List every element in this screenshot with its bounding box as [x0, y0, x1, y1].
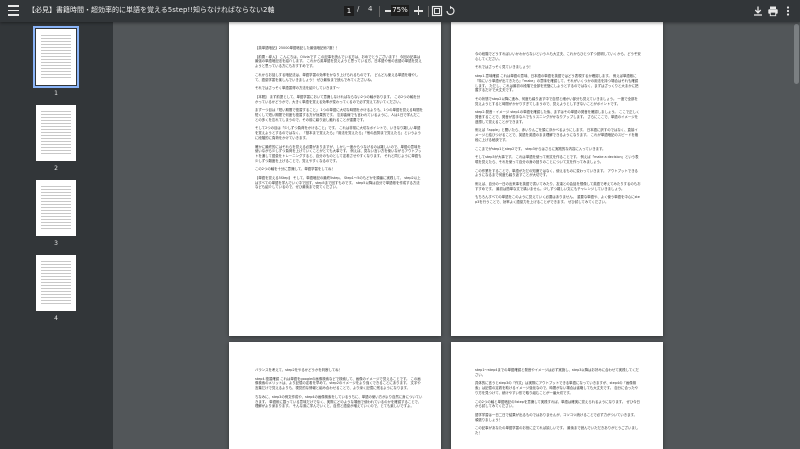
paragraph: 例えば「apple」と聞いたら、赤いりんごを頭に浮かべるようにします。 日本語に… [475, 128, 639, 142]
paragraph: 今の段階でどうすればいいかわからないという人も大丈夫、これからひとつずつ説明して… [475, 52, 641, 61]
paragraph: 【単語を覚える5Step】 そして、単語暗記の最終5step。 Step1〜5の… [255, 176, 421, 190]
paragraph: この2つの軸と単語暗記の5stepを意識して実践すれば、単語は確実に覚えられるよ… [475, 399, 640, 409]
viewer-scrollbar[interactable] [794, 24, 799, 84]
thumbnail-label: 2 [54, 165, 58, 172]
paragraph: その状態でstep2以降に進み、何度も繰り返す中で自然と細かい部分も覚えていきま… [475, 96, 638, 106]
paragraph: step1.意味確認 これは単語の意味、日本語の単語を英語ではどう表現するか確認… [475, 74, 639, 93]
paragraph: 確かに最終的にはそれらを覚える必要がありますが、しかし一度からつなげるのは難しい… [255, 144, 422, 163]
thumbnail-page-2[interactable] [36, 105, 76, 161]
page-text: 今の段階でどうすればいいかわからないという人も大丈夫、これからひとつずつ説明して… [475, 52, 641, 209]
pdf-page-1-left: 【英単語暗記】25000単語暗記した最強暗記術7選！！ 【前置・導入】 こんにちは… [229, 22, 441, 336]
print-icon[interactable] [767, 5, 779, 17]
paragraph: step2.発音・イメージ step1の単語を確認した後、まずはその単語の発音を… [475, 110, 640, 124]
paragraph: まず一つ目は「短い期間で復習すること」 1つの単語に大切な時間をかけるよりも、1… [255, 108, 423, 122]
paragraph: ちなみに、step3の例文作成や、step4の画像検索をしているうちに、単語の使… [255, 394, 423, 409]
menu-icon[interactable] [8, 5, 19, 17]
zoom-level-input[interactable]: 75% [391, 5, 409, 16]
fit-page-icon[interactable] [431, 5, 443, 17]
pdf-toolbar: 【必見】書籍時間・超効率的に単語を覚える5step!!知らなければならない2軸 … [0, 0, 800, 22]
thumbnail-label: 4 [54, 315, 58, 322]
paragraph: そして2つの目は「少しずつ負荷をかけること」です。 これは非常に大切なポイントで… [255, 126, 422, 140]
download-icon[interactable] [752, 5, 764, 17]
paragraph: そしてstep3が大事です。 これは単語を使って例文を作ることです。 例えば「m… [475, 155, 639, 164]
page-separator: / [357, 5, 360, 13]
page-text: バランスを考えて、step2をやるかどうかを判断してね！ step4.復習確認 こ… [255, 368, 423, 413]
paragraph: バランスを考えて、step2をやるかどうかを判断してね！ [255, 368, 342, 372]
pdf-page-1-right: 今の段階でどうすればいいかわからないという人も大丈夫、これからひとつずつ説明して… [451, 22, 663, 336]
toolbar-divider [428, 6, 429, 17]
paragraph: これからお話しする暗記法は、単語学習の効率をかなり上げられるものです。 どんどん… [255, 72, 419, 82]
page-text: step1〜step4までの単語確認と発音やイメージは必ず実施し、step3以降… [475, 368, 641, 440]
toolbar-divider [379, 6, 380, 17]
paragraph: step1〜step4までの単語確認と発音やイメージは必ず実施し、step3以降… [475, 368, 639, 377]
paragraph: 語学学習は一日二日で結果が出るものではありませんが、コツコツ続けることで必ず力が… [475, 412, 638, 422]
more-vert-icon[interactable] [782, 5, 794, 17]
thumbnail-page-1[interactable] [33, 26, 79, 88]
thumbnail-label: 1 [54, 90, 58, 97]
paragraph: この2つの軸を十分に意識して、単語学習をしてね！ [255, 167, 335, 172]
paragraph: この記事があなたの単語学習のお役に立てれば嬉しいです。 最後まで読んでいただきあ… [475, 426, 639, 436]
thumbnail-page-4[interactable] [36, 255, 76, 311]
paragraph: ここまでがstep1とstep2です。 step3からはさらに実践的な内容に入っ… [475, 146, 606, 151]
paragraph: step4.復習確認 これは単語をgoogleの画像検索などで検索して、画像のイ… [255, 376, 421, 391]
total-pages: 4 [368, 5, 373, 13]
paragraph: それではさっそく見ていきましょう！ [475, 65, 533, 70]
document-viewer[interactable]: 【英単語暗記】25000単語暗記した最強暗記術7選！！ 【前置・導入】 こんにちは… [113, 22, 800, 449]
thumbnail-page-3[interactable] [36, 180, 76, 236]
paragraph: 【英単語暗記】25000単語暗記した最強暗記術7選！！ [255, 46, 340, 50]
paragraph: 例えば、自分の一日の出来事を英語で書いてみたり、友達との会話を想像して英語で考え… [475, 182, 641, 191]
paragraph: 具体的に言うとstep3の「作文」は実際にアウトプットできる単語になっていきます… [475, 381, 639, 395]
thumbnail-sidebar: 1 2 3 4 [0, 22, 113, 449]
pdf-page-2-left: バランスを考えて、step2をやるかどうかを判断してね！ step4.復習確認 こ… [229, 342, 441, 449]
rotate-icon[interactable] [444, 5, 456, 17]
page-text: 【英単語暗記】25000単語暗記した最強暗記術7選！！ 【前置・導入】 こんにちは… [255, 46, 423, 194]
paragraph: 【本題】 まず前提として、単語学習において意識しなければならない2つの軸がありま… [255, 94, 421, 104]
paragraph: この作業をすることで、単語がただの知識ではなく、使えるものに変わっていきます。 … [475, 168, 638, 178]
thumbnail-label: 3 [54, 240, 58, 247]
paragraph: もちろんすべての単語をこのように覚えていく必要はありません。 重要な単語や、よく… [475, 195, 640, 205]
paragraph: 【前置・導入】 こんにちは、Oliviaです この記事を読んでいる方は、おめでと… [255, 54, 422, 69]
current-page-input[interactable]: 1 [344, 6, 354, 16]
document-title: 【必見】書籍時間・超効率的に単語を覚える5step!!知らなければならない2軸 [28, 6, 275, 14]
plus-icon[interactable] [414, 6, 423, 15]
paragraph: それではさっそく単語習得の方法を紹介していきます〜 [255, 86, 340, 91]
pdf-page-2-right: step1〜step4までの単語確認と発音やイメージは必ず実施し、step3以降… [451, 342, 663, 449]
